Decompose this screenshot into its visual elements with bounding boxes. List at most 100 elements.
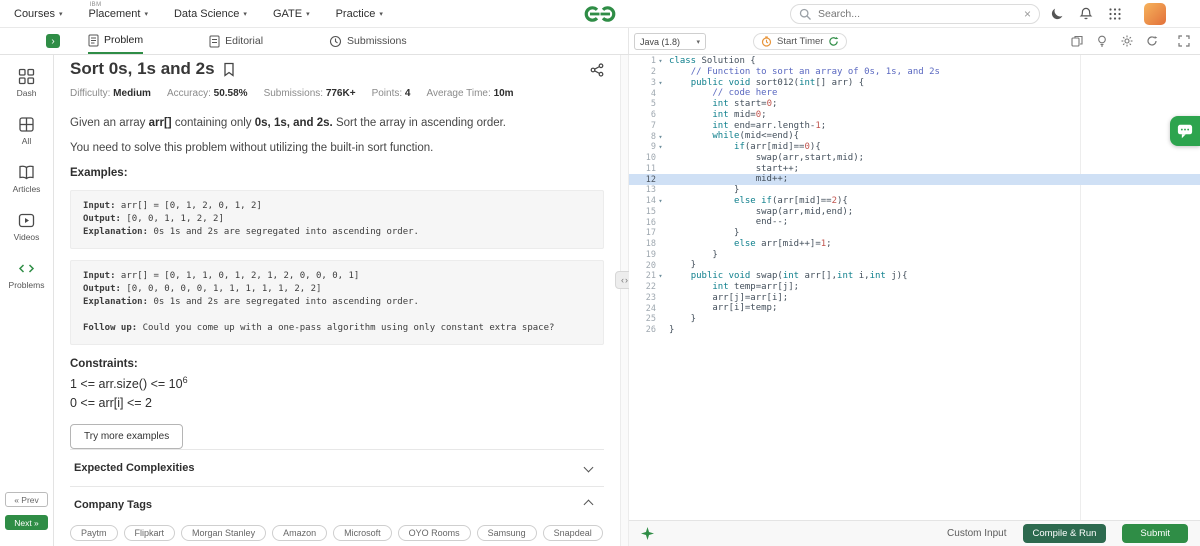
sidebar-item-problems[interactable]: Problems [0,251,53,299]
search-input[interactable] [818,8,1018,20]
line-number[interactable]: 5 [629,99,665,110]
code-line[interactable]: if(arr[mid]==0){ [665,142,1200,153]
code-line[interactable]: mid++; [665,174,1200,185]
line-number[interactable]: 18 [629,239,665,250]
code-line[interactable]: start++; [665,164,1200,175]
fullscreen-icon[interactable] [1178,35,1190,47]
company-tag-chip[interactable]: Samsung [476,524,537,541]
company-tag-chip[interactable]: OYO Rooms [397,524,471,541]
code-line[interactable]: else if(arr[mid]==2){ [665,196,1200,207]
code-line[interactable]: arr[j]=arr[i]; [665,293,1200,304]
submit-button[interactable]: Submit [1122,524,1188,543]
avatar[interactable] [1144,3,1166,25]
section-expected-complexities[interactable]: Expected Complexities [70,448,604,486]
line-number[interactable]: 15 [629,207,665,218]
gfg-logo[interactable] [580,4,620,24]
code-line[interactable]: end--; [665,217,1200,228]
line-number[interactable]: 1 ▾ [629,56,665,67]
code-line[interactable]: } [665,250,1200,261]
line-number[interactable]: 24 [629,303,665,314]
ai-sparkle-icon[interactable] [641,527,654,540]
company-tag-chip[interactable]: Paytm [70,524,118,541]
next-button[interactable]: Next » [5,515,48,530]
sidebar-item-videos[interactable]: Videos [0,203,53,251]
tab-problem[interactable]: Problem [88,28,144,54]
company-tag-chip[interactable]: Microsoft [333,524,392,541]
sidebar-item-dash[interactable]: Dash [0,59,53,107]
section-company-tags[interactable]: Company Tags [70,485,604,523]
language-select[interactable]: Java (1.8) ▾ [634,33,706,50]
line-number[interactable]: 12 [629,174,665,185]
line-number[interactable]: 25 [629,314,665,325]
code-line[interactable]: // code here [665,88,1200,99]
code-line[interactable]: swap(arr,mid,end); [665,207,1200,218]
code-line[interactable]: } [665,314,1200,325]
bookmark-icon[interactable] [223,62,235,77]
code-line[interactable]: int start=0; [665,99,1200,110]
code-line[interactable]: while(mid<=end){ [665,131,1200,142]
compile-run-button[interactable]: Compile & Run [1022,524,1107,543]
line-number[interactable]: 16 [629,217,665,228]
line-number[interactable]: 8 ▾ [629,131,665,142]
code-line[interactable]: int temp=arr[j]; [665,282,1200,293]
nav-item-courses[interactable]: Courses ▾ [14,8,62,20]
code-line[interactable]: } [665,185,1200,196]
line-number[interactable]: 26 [629,325,665,336]
clear-search-icon[interactable]: × [1024,8,1031,20]
code-line[interactable]: arr[i]=temp; [665,303,1200,314]
prev-button[interactable]: « Prev [5,492,48,507]
panel-resizer[interactable]: ‹› [615,55,635,546]
nav-item-gate[interactable]: GATE ▾ [273,8,310,20]
line-number[interactable]: 3 ▾ [629,78,665,89]
reset-code-icon[interactable] [1146,35,1158,47]
code-line[interactable]: int end=arr.length-1; [665,121,1200,132]
line-number[interactable]: 17 [629,228,665,239]
code-area[interactable]: 1 ▾ 2 3 ▾ 4 5 6 7 8 ▾ 9 ▾ 10 11 12 13 14 ▾ 15 16 17 18 19 20 21 ▾ 2… [629,55,1200,520]
lightbulb-icon[interactable] [1096,35,1108,47]
apps-grid-icon[interactable] [1108,7,1122,21]
share-icon[interactable] [590,63,604,77]
sidebar-item-all[interactable]: All [0,107,53,155]
company-tag-chip[interactable]: Flipkart [123,524,176,541]
custom-input-link[interactable]: Custom Input [947,528,1006,539]
try-more-examples-button[interactable]: Try more examples [70,423,184,449]
start-timer-button[interactable]: Start Timer [753,33,848,50]
copy-icon[interactable] [1071,35,1083,47]
settings-gear-icon[interactable] [1121,35,1133,47]
code-line[interactable]: } [665,325,1200,336]
collapse-panel-button[interactable]: › [46,34,60,48]
line-number[interactable]: 6 [629,110,665,121]
code-line[interactable]: } [665,228,1200,239]
line-number[interactable]: 21 ▾ [629,271,665,282]
code-line[interactable]: public void swap(int arr[],int i,int j){ [665,271,1200,282]
dark-mode-icon[interactable] [1050,7,1064,21]
line-number[interactable]: 2 [629,67,665,78]
line-number[interactable]: 13 [629,185,665,196]
line-number[interactable]: 7 [629,121,665,132]
tab-submissions[interactable]: Submissions [329,28,407,54]
company-tag-chip[interactable]: Morgan Stanley [181,524,267,541]
line-number[interactable]: 19 [629,250,665,261]
code-line[interactable]: class Solution { [665,56,1200,67]
code-line[interactable]: swap(arr,start,mid); [665,153,1200,164]
code-line[interactable]: else arr[mid++]=1; [665,239,1200,250]
chat-widget-button[interactable] [1170,116,1200,146]
line-number[interactable]: 11 [629,164,665,175]
line-number[interactable]: 9 ▾ [629,142,665,153]
line-number[interactable]: 14 ▾ [629,196,665,207]
sidebar-item-articles[interactable]: Articles [0,155,53,203]
code-line[interactable]: public void sort012(int[] arr) { [665,78,1200,89]
nav-item-placement[interactable]: IBM Placement ▾ [88,2,148,20]
line-number[interactable]: 20 [629,260,665,271]
nav-item-data-science[interactable]: Data Science ▾ [174,8,247,20]
line-number[interactable]: 10 [629,153,665,164]
code-line[interactable]: int mid=0; [665,110,1200,121]
line-number[interactable]: 22 [629,282,665,293]
notifications-bell-icon[interactable] [1079,7,1093,21]
company-tag-chip[interactable]: Snapdeal [542,524,603,541]
line-number[interactable]: 4 [629,88,665,99]
code-line[interactable]: } [665,260,1200,271]
line-number[interactable]: 23 [629,293,665,304]
nav-item-practice[interactable]: Practice ▾ [336,8,383,20]
company-tag-chip[interactable]: Amazon [272,524,328,541]
